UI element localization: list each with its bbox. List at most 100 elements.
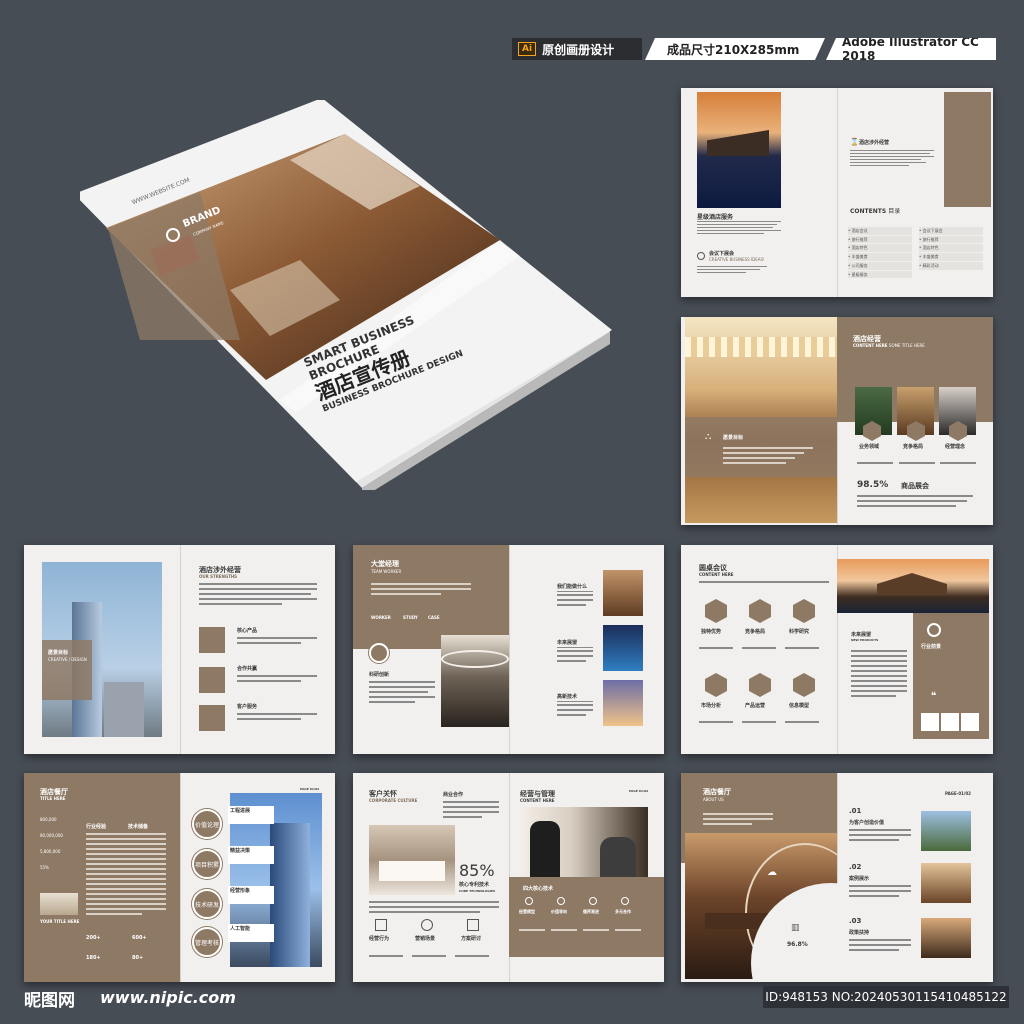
toc-item[interactable]: • 精彩活动 <box>919 261 983 270</box>
toc-item[interactable]: • 酒店会议 <box>848 227 912 235</box>
stat2: 80+ <box>132 955 144 961</box>
text-lines <box>199 583 317 608</box>
spread2-subtitle-2: SOME TITLE HERE <box>888 343 925 348</box>
spread-fold <box>837 88 838 297</box>
tower-photo <box>603 680 643 726</box>
cooperation-label: 商业合作 <box>443 792 464 798</box>
spread8-subtitle: ABOUT US <box>703 797 724 802</box>
toc-item-label: 精彩活动 <box>922 262 939 268</box>
text-lines <box>857 452 977 471</box>
tag-app-label: Adobe Illustrator CC 2018 <box>842 35 979 63</box>
stat2: 180+ <box>86 955 101 961</box>
target-icon <box>199 705 225 731</box>
stat-value: 800,000 <box>40 817 57 822</box>
text-lines <box>849 885 911 900</box>
toc-item-label: 丰盛美食 <box>851 254 868 260</box>
spread7-percent-label: 核心专利技术 <box>459 882 490 888</box>
toc-item[interactable]: • 旅行推荐 <box>848 235 912 244</box>
icon-tile <box>921 713 939 731</box>
toc-item[interactable]: • 星级服务 <box>848 270 912 279</box>
value-circle-label: 项目积累 <box>194 861 219 869</box>
spread-restaurant-stats: 酒店餐厅 TITLE HERE 行业经验 技术储备 800,000 80,000… <box>24 773 335 982</box>
value-circle-label: 技术研发 <box>194 901 219 909</box>
band-item: 循序渐进 <box>583 909 599 914</box>
tab[interactable]: CASE <box>428 615 440 620</box>
spread-customer-care: 客户关怀 CORPORATE CULTURE 商业合作 85% 核心专利技术 C… <box>353 773 664 982</box>
text-lines <box>86 833 166 918</box>
image-id: ID:948153 NO:20240530115410485122 <box>763 986 1009 1008</box>
toc-item-label: 酒店特色 <box>851 245 868 251</box>
tag-size-label: 成品尺寸210X285mm <box>667 42 800 57</box>
chat-icon <box>697 252 705 260</box>
right-item: 人工智能 <box>228 924 274 942</box>
value-circle-label: 价值论理 <box>194 821 219 829</box>
band-icon <box>589 897 597 905</box>
text-lines <box>369 681 435 706</box>
page-number: PAGE 01/02 <box>629 789 649 793</box>
text-lines <box>699 581 829 586</box>
right-item: 精益决策 <box>228 846 274 864</box>
item-label: 我们能做什么 <box>557 584 588 590</box>
toc-item[interactable]: • 旅行推荐 <box>919 235 983 244</box>
item-label: 客户服务 <box>237 704 258 710</box>
text-lines <box>697 221 781 236</box>
value-circle: 项目积累 <box>192 849 222 879</box>
contents-title-cn: 目录 <box>888 208 901 215</box>
band-item: 价值导向 <box>551 909 567 914</box>
hex-icon <box>793 673 815 697</box>
hex-label: 独特优势 <box>701 629 722 635</box>
icon-label: 竞争格局 <box>903 444 924 450</box>
list-num: .03 <box>849 917 862 925</box>
waiter-photo <box>520 807 648 877</box>
nipic-url-text[interactable]: www.nipic.com <box>100 988 236 1007</box>
hex-icon <box>705 673 727 697</box>
text-lines <box>723 447 813 467</box>
spread8-percent: 96.8% <box>787 941 808 948</box>
toc-item[interactable]: • 丰盛美食 <box>919 253 983 261</box>
right-sub: CONTENT HERE <box>520 798 555 803</box>
value-circle: 技术研发 <box>192 889 222 919</box>
toc-item[interactable]: • 酒店特色 <box>848 244 912 253</box>
col1-label: 行业经验 <box>86 824 107 830</box>
text-lines <box>699 711 829 730</box>
nipic-logo-cn: 昵图网 <box>24 991 75 1011</box>
right-item: 工程进展 <box>228 806 274 824</box>
toc-item-label: 星级服务 <box>851 271 868 277</box>
toc-item[interactable]: • 丰盛美食 <box>848 253 912 261</box>
research-label: 科研创新 <box>369 672 390 678</box>
toc-item[interactable]: • 会议下展会 <box>919 227 983 235</box>
list-num: .02 <box>849 863 862 871</box>
spread5-subtitle: CONTENT HERE <box>699 572 734 577</box>
right-item: 经营形象 <box>228 886 274 904</box>
item-label: 合作共赢 <box>237 666 258 672</box>
text-lines <box>371 583 471 598</box>
cover-book: WWW.WEBSITE.COM BRAND COMPANY NAME SMART… <box>74 98 620 498</box>
toc-item-label: 酒店特色 <box>922 245 939 251</box>
cover-illustration <box>74 98 612 498</box>
contents-title: CONTENTS 目录 <box>850 206 900 215</box>
contents-title-en: CONTENTS <box>850 208 887 215</box>
lightbulb-icon <box>927 623 941 637</box>
tag-app: Adobe Illustrator CC 2018 <box>826 38 996 60</box>
document-icon <box>467 919 479 931</box>
bar-chart-icon: ▥ <box>791 923 800 933</box>
tab[interactable]: WORKER <box>371 615 391 620</box>
text-lines <box>703 813 773 828</box>
toc-item-label: 旅行推荐 <box>851 236 868 242</box>
text-lines <box>557 647 593 665</box>
text-lines <box>237 675 317 685</box>
hex-icon <box>705 599 727 623</box>
text-lines <box>237 713 317 723</box>
spread-about: 酒店餐厅 ABOUT US ☁ ▥ 96.8% PAGE-01/02 .01 为… <box>681 773 993 982</box>
stat2: 600+ <box>132 935 147 941</box>
tab[interactable]: STUDY <box>403 615 418 620</box>
spread2-percent: 98.5% <box>857 480 889 490</box>
right-item-label: 精益决策 <box>230 848 251 854</box>
toc-item[interactable]: • 公司服务 <box>848 261 912 270</box>
bottom-label: 经营行为 <box>369 936 390 942</box>
toc-item-label: 会议下展会 <box>922 228 943 233</box>
grid-icon <box>199 627 225 653</box>
toc-item[interactable]: • 酒店特色 <box>919 244 983 253</box>
right-sub: NEW PRODUCTS <box>851 638 879 642</box>
nipic-url[interactable]: www.nipic.com <box>100 988 236 1007</box>
